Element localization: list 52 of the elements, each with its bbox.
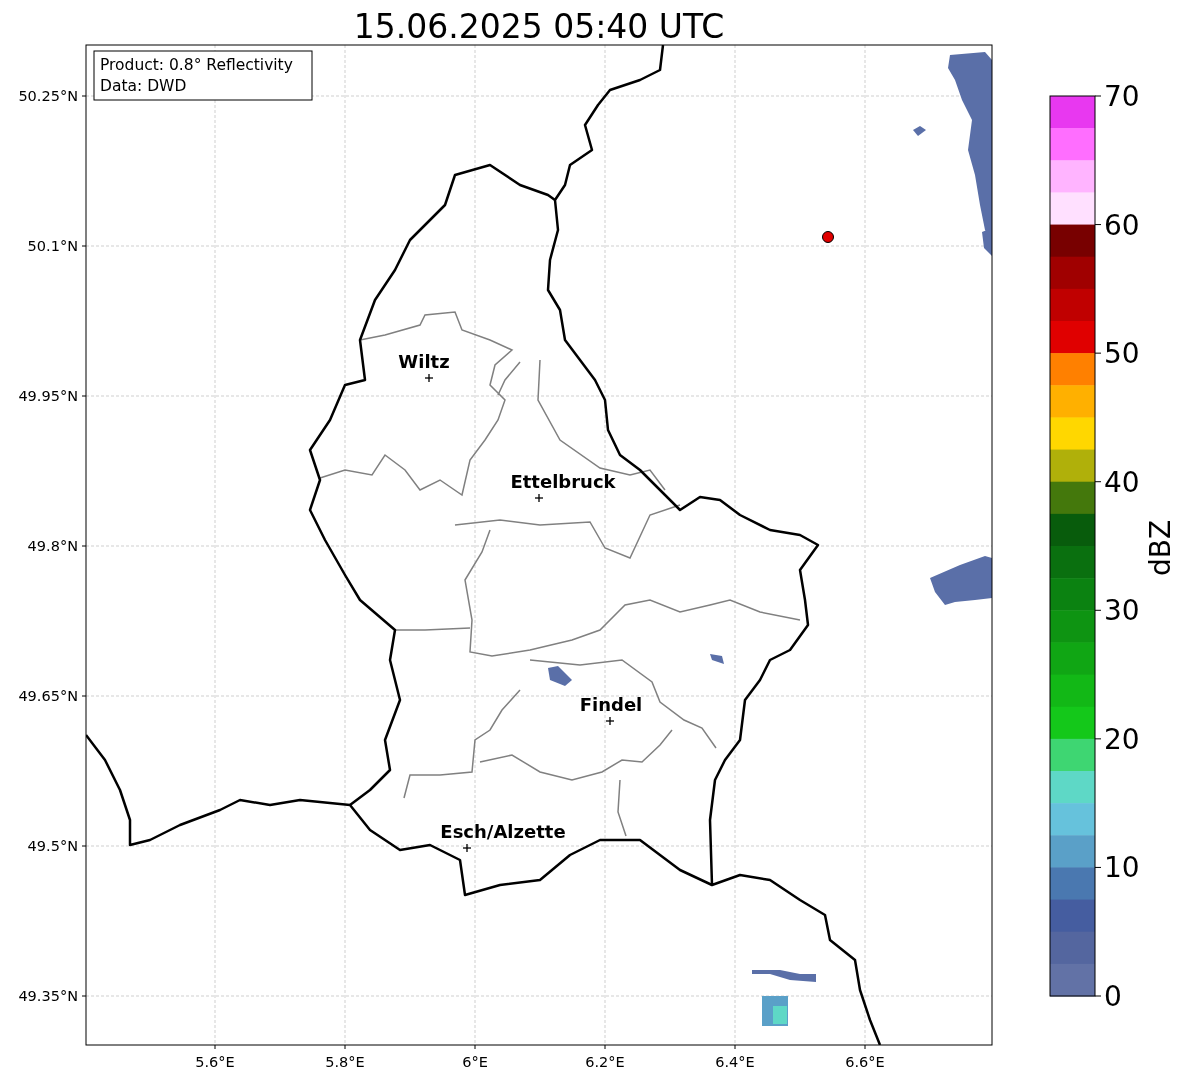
radar-echo [752, 970, 816, 982]
tick-mark [81, 545, 87, 547]
colorbar-tick-label: 30 [1104, 594, 1140, 628]
longitude-label: 6°E [462, 1054, 488, 1070]
tick-mark [81, 245, 87, 247]
longitude-label: 5.8°E [325, 1054, 365, 1070]
radar-echo [710, 654, 724, 664]
latitude-label: 49.65°N [18, 688, 78, 704]
latitude-label: 49.35°N [18, 988, 78, 1004]
chart-title: 15.06.2025 05:40 UTC [353, 7, 725, 46]
radar-echo [913, 126, 926, 136]
tick-mark [81, 695, 87, 697]
city-label: Wiltz [398, 351, 450, 372]
tick-mark [734, 1044, 736, 1050]
city-label: Esch/Alzette [440, 821, 566, 842]
tick-mark [474, 1044, 476, 1050]
radar-echo [548, 666, 572, 686]
latitude-label: 50.1°N [27, 238, 78, 254]
tick-mark [214, 1044, 216, 1050]
longitude-label: 6.6°E [845, 1054, 885, 1070]
tick-mark [81, 95, 87, 97]
colorbar-label: dBZ [1144, 519, 1177, 577]
colorbar-tick-label: 10 [1104, 851, 1140, 885]
colorbar-tick-label: 0 [1104, 980, 1122, 1013]
tick-mark [81, 995, 87, 997]
tick-mark [344, 1044, 346, 1050]
info-text: Product: 0.8° Reflectivity [100, 56, 293, 74]
info-text: Data: DWD [100, 77, 187, 95]
tick-mark [81, 845, 87, 847]
city-marker-icon [534, 493, 544, 503]
longitude-label: 6.4°E [715, 1054, 755, 1070]
city-label: Findel [579, 694, 643, 715]
city-marker-icon [605, 716, 615, 726]
latitude-label: 49.95°N [18, 388, 78, 404]
colorbar-tick-label: 70 [1104, 80, 1140, 113]
latitude-label: 49.8°N [27, 538, 78, 554]
longitude-label: 5.6°E [195, 1054, 235, 1070]
colorbar-tick-label: 40 [1104, 465, 1140, 499]
radar-echo [930, 556, 992, 605]
colorbar-tick-label: 20 [1104, 722, 1140, 756]
tick-mark [81, 395, 87, 397]
city-marker-icon [424, 373, 434, 383]
latitude-label: 49.5°N [27, 838, 78, 854]
colorbar-tick-label: 50 [1104, 337, 1140, 371]
radar-site-marker [822, 231, 834, 243]
tick-mark [604, 1044, 606, 1050]
colorbar-tick-label: 60 [1104, 208, 1140, 242]
tick-mark [864, 1044, 866, 1050]
longitude-label: 6.2°E [585, 1054, 625, 1070]
city-label: Ettelbruck [510, 471, 616, 492]
city-marker-icon [462, 843, 472, 853]
latitude-label: 50.25°N [18, 88, 78, 104]
